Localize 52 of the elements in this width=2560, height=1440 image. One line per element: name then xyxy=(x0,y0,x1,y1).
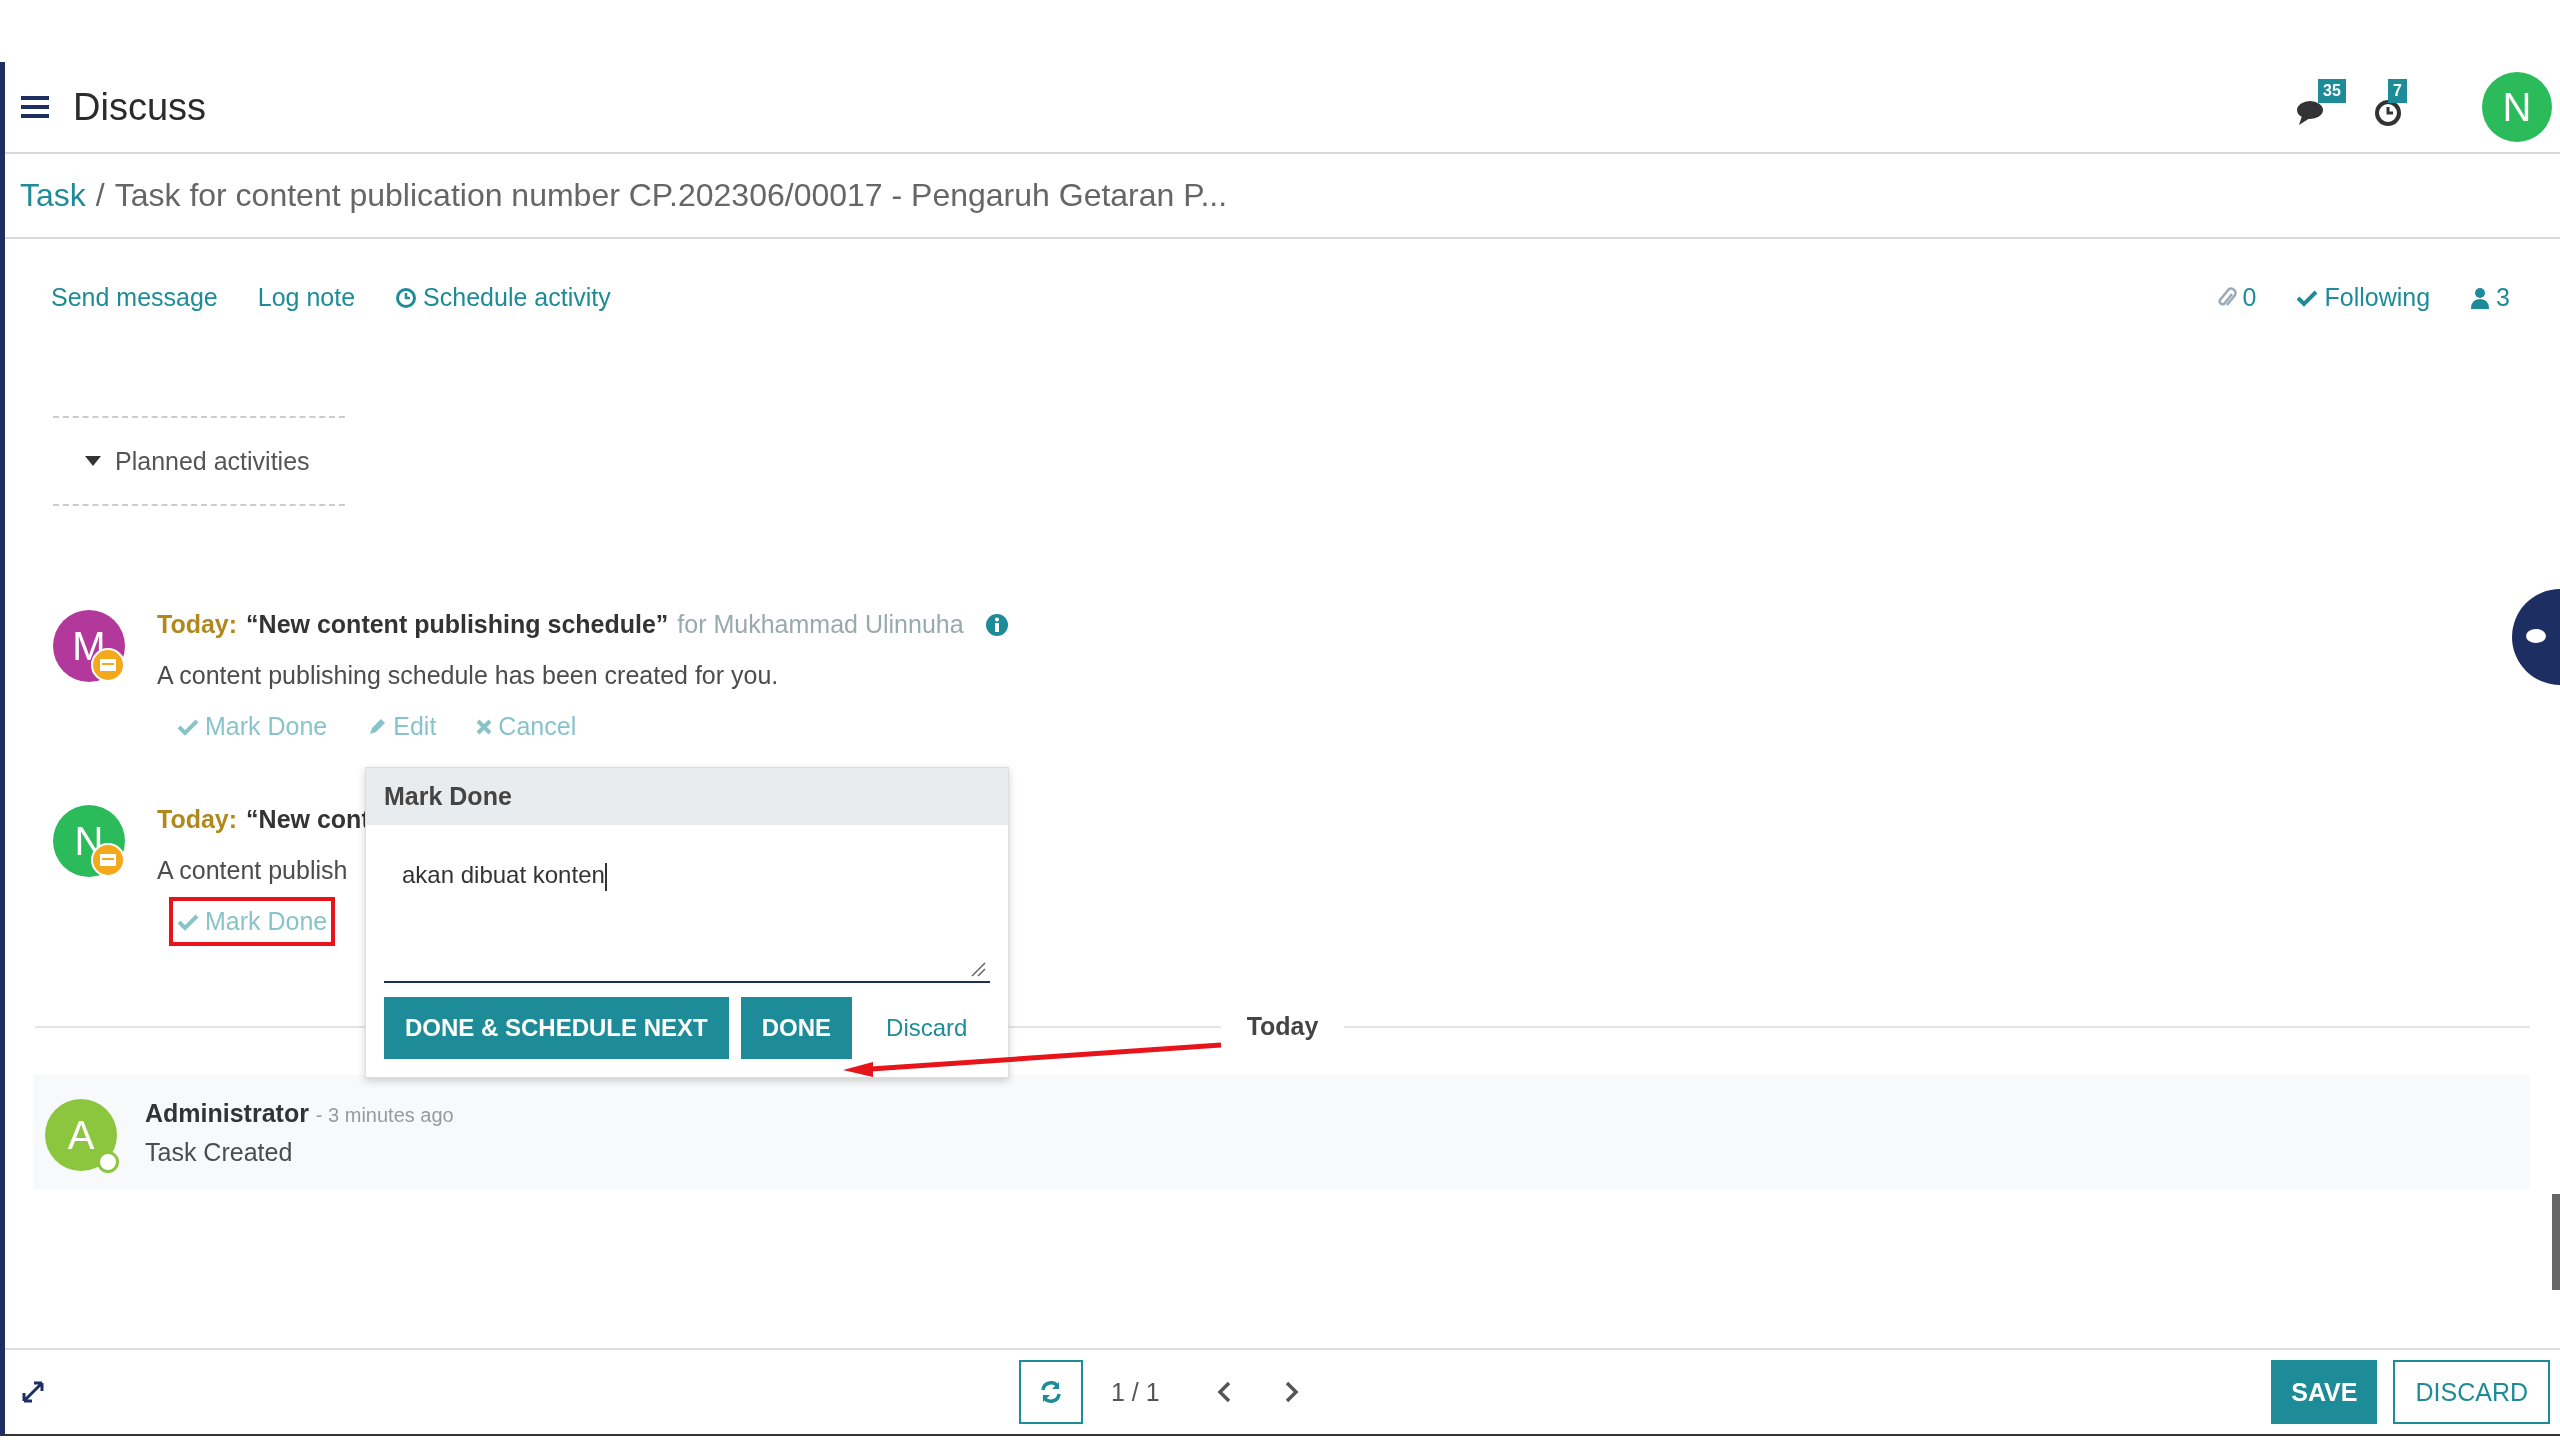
activity-count-badge: 7 xyxy=(2388,79,2407,103)
date-separator-label: Today xyxy=(1246,1012,1319,1041)
pager-value: 1 / 1 xyxy=(1111,1377,1160,1407)
info-icon[interactable] xyxy=(984,612,1009,637)
status-icon xyxy=(97,1151,119,1173)
assignee-label: for Mukhammad Ulinnuha xyxy=(677,610,964,639)
discard-button[interactable]: DISCARD xyxy=(2393,1360,2550,1424)
message-count-badge: 35 xyxy=(2318,79,2346,103)
chevron-right-icon[interactable] xyxy=(1283,1380,1300,1404)
chevron-left-icon[interactable] xyxy=(1215,1380,1232,1404)
activity-description: A content publish xyxy=(157,856,349,885)
caret-down-icon[interactable] xyxy=(85,456,101,466)
check-icon xyxy=(177,912,199,931)
resize-handle-icon[interactable] xyxy=(970,961,986,977)
app-title: Discuss xyxy=(73,85,207,129)
chatter-action-link[interactable]: Send message xyxy=(51,283,218,312)
clock-icon[interactable] xyxy=(2374,99,2402,127)
activity-description: A content publishing schedule has been created for you. xyxy=(157,661,780,690)
person-icon xyxy=(2470,286,2491,309)
check-icon xyxy=(2296,288,2319,307)
attachment-counter[interactable]: 0 xyxy=(2216,283,2257,312)
activity-title: “New content publishing schedule” xyxy=(246,610,669,639)
popover-action-button[interactable]: DONE xyxy=(740,997,853,1059)
close-icon xyxy=(476,718,493,735)
chatter-action-link[interactable]: Log note xyxy=(257,283,356,312)
feedback-textarea[interactable]: akan dibuat konten xyxy=(384,845,990,983)
clock-icon xyxy=(395,286,418,309)
refresh-button[interactable] xyxy=(1019,1360,1083,1424)
followers-counter[interactable]: 3 xyxy=(2470,283,2510,312)
check-icon xyxy=(177,717,199,736)
message-author: Administrator xyxy=(145,1099,309,1127)
following-button[interactable]: Following xyxy=(2296,283,2431,312)
popover-action-button[interactable]: DONE & SCHEDULE NEXT xyxy=(384,997,729,1059)
message-time: - 3 minutes ago xyxy=(315,1104,454,1126)
user-avatar[interactable]: N xyxy=(2482,72,2552,142)
breadcrumb-link[interactable]: Task xyxy=(20,177,86,214)
save-button[interactable]: SAVE xyxy=(2271,1360,2378,1424)
due-date-label: Today: xyxy=(157,805,238,834)
due-date-label: Today: xyxy=(157,610,238,639)
expand-icon[interactable] xyxy=(21,1380,45,1404)
message-body: Task Created xyxy=(145,1138,294,1167)
scrollbar-thumb[interactable] xyxy=(2552,1194,2560,1290)
chatter-action-link[interactable]: Schedule activity xyxy=(395,283,611,312)
refresh-icon xyxy=(1039,1380,1063,1404)
user-avatar: A xyxy=(45,1099,117,1171)
pencil-icon xyxy=(367,716,388,737)
menu-icon[interactable] xyxy=(21,95,49,119)
section-toggle-label[interactable]: Planned activities xyxy=(115,446,310,476)
discard-link[interactable]: Discard xyxy=(886,1014,968,1042)
popover-title: Mark Done xyxy=(366,768,1008,825)
record-title: Task for content publication number CP.202306/00017 - Pengaruh Getaran P... xyxy=(114,177,1228,214)
breadcrumb-separator: / xyxy=(95,177,105,214)
